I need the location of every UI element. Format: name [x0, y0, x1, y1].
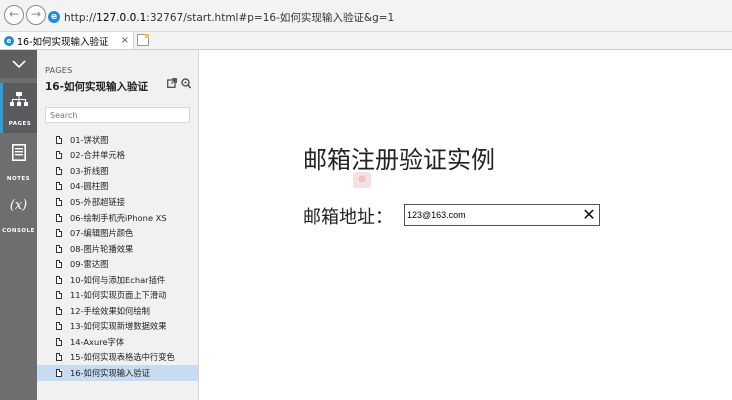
close-tab-icon[interactable]: × — [121, 35, 129, 46]
rail-notes-label: NOTES — [6, 176, 31, 182]
page-doc-icon — [56, 306, 62, 315]
sitemap-icon — [10, 92, 28, 106]
page-list-label: 12-手绘效果如何绘制 — [70, 305, 150, 316]
side-rail: PAGES NOTES (x) CONSOLE — [0, 50, 37, 400]
page-list-item[interactable]: 14-Axure字体 — [37, 334, 198, 350]
page-list-item[interactable]: 04-圆柱图 — [37, 179, 198, 195]
chevron-down-icon — [11, 60, 26, 69]
back-arrow-icon[interactable]: ← — [4, 5, 24, 25]
page-list-item[interactable]: 16-如何实现输入验证 — [37, 365, 198, 381]
page-list-label: 14-Axure字体 — [70, 336, 125, 347]
tab-bar: e 16-如何实现输入验证 × — [0, 32, 732, 50]
page-list-label: 08-图片轮播效果 — [70, 243, 134, 254]
page-list-label: 06-绘制手机壳iPhone XS — [70, 212, 167, 223]
email-field[interactable] — [404, 204, 600, 226]
page-list-item[interactable]: 13-如何实现新增数据效果 — [37, 319, 198, 335]
page-doc-icon — [56, 353, 62, 362]
watermark-icon: ⊕ — [353, 172, 371, 188]
page-doc-icon — [56, 151, 62, 160]
page-list-item[interactable]: 10-如何与添加Echar插件 — [37, 272, 198, 288]
page-doc-icon — [56, 260, 62, 269]
page-list-label: 09-雷达图 — [70, 259, 109, 270]
page-list-item[interactable]: 07-编辑图片颜色 — [37, 225, 198, 241]
page-list-label: 03-折线图 — [70, 165, 109, 176]
forward-arrow-icon[interactable]: → — [26, 5, 46, 25]
page-doc-icon — [56, 244, 62, 253]
page-list-label: 01-饼状图 — [70, 134, 109, 145]
pages-panel: PAGES 16-如何实现输入验证 01-饼状图 02-合并单元格 03-折线图 04… — [37, 50, 199, 400]
rail-notes[interactable]: NOTES — [0, 138, 37, 188]
page-list-label: 13-如何实现新增数据效果 — [70, 321, 167, 332]
page-list-item[interactable]: 11-如何实现页面上下滑动 — [37, 287, 198, 303]
ie-icon: e — [48, 11, 60, 23]
url-field[interactable]: e http://127.0.0.1:32767/start.html#p=16… — [48, 10, 394, 24]
page-doc-icon — [56, 291, 62, 300]
map-pin-icon[interactable] — [180, 78, 191, 89]
clear-icon[interactable]: ✕ — [581, 205, 597, 225]
page-doc-icon — [56, 322, 62, 331]
page-list-label: 10-如何与添加Echar插件 — [70, 274, 166, 285]
address-bar: ← → e http://127.0.0.1:32767/start.html#… — [0, 0, 732, 32]
email-label: 邮箱地址： — [303, 207, 393, 228]
rail-pages[interactable]: PAGES — [0, 83, 37, 133]
page-list-item[interactable]: 08-图片轮播效果 — [37, 241, 198, 257]
page-doc-icon — [56, 229, 62, 238]
page-list-label: 02-合并单元格 — [70, 150, 126, 161]
notes-icon — [12, 144, 26, 161]
page-doc-icon — [56, 166, 62, 175]
browser-tab[interactable]: e 16-如何实现输入验证 × — [0, 32, 134, 49]
page-doc-icon — [56, 182, 62, 191]
page-list-label: 16-如何实现输入验证 — [70, 367, 150, 378]
variable-icon: (x) — [9, 198, 28, 213]
export-icon[interactable] — [166, 78, 177, 89]
page-list-label: 04-圆柱图 — [70, 181, 109, 192]
page-list: 01-饼状图 02-合并单元格 03-折线图 04-圆柱图 05-外部超链接 06-绘制手… — [37, 132, 198, 381]
page-doc-icon — [56, 213, 62, 222]
page-list-item[interactable]: 05-外部超链接 — [37, 194, 198, 210]
tab-title: 16-如何实现输入验证 — [17, 36, 109, 48]
page-list-item[interactable]: 06-绘制手机壳iPhone XS — [37, 210, 198, 226]
page-list-item[interactable]: 15-如何实现表格选中行变色 — [37, 350, 198, 366]
page-list-label: 11-如何实现页面上下滑动 — [70, 290, 167, 301]
page-list-label: 15-如何实现表格选中行变色 — [70, 352, 175, 363]
page-list-label: 07-编辑图片颜色 — [70, 228, 134, 239]
page-doc-icon — [56, 135, 62, 144]
panel-page-title: 16-如何实现输入验证 — [45, 81, 148, 93]
page-doc-icon — [56, 275, 62, 284]
page-list-label: 05-外部超链接 — [70, 196, 126, 207]
rail-console[interactable]: (x) CONSOLE — [0, 190, 37, 240]
page-list-item[interactable]: 12-手绘效果如何绘制 — [37, 303, 198, 319]
url-host: 127.0.0.1 — [96, 11, 147, 24]
page-doc-icon — [56, 337, 62, 346]
rail-pages-label: PAGES — [8, 121, 32, 127]
page-list-item[interactable]: 01-饼状图 — [37, 132, 198, 148]
page-list-item[interactable]: 03-折线图 — [37, 163, 198, 179]
panel-heading: PAGES — [45, 66, 73, 75]
page-doc-icon — [56, 197, 62, 206]
search-input[interactable] — [45, 107, 190, 123]
rail-console-label: CONSOLE — [2, 228, 35, 234]
new-tab-icon[interactable] — [137, 34, 149, 46]
page-heading: 邮箱注册验证实例 — [303, 146, 495, 174]
url-rest: :32767/start.html#p=16-如何实现输入验证&g=1 — [146, 11, 395, 24]
collapse-toggle[interactable] — [0, 50, 37, 78]
page-list-item[interactable]: 02-合并单元格 — [37, 148, 198, 164]
ie-icon: e — [4, 35, 14, 46]
page-doc-icon — [56, 368, 62, 377]
url-prefix: http:// — [64, 11, 97, 24]
page-list-item[interactable]: 09-雷达图 — [37, 256, 198, 272]
